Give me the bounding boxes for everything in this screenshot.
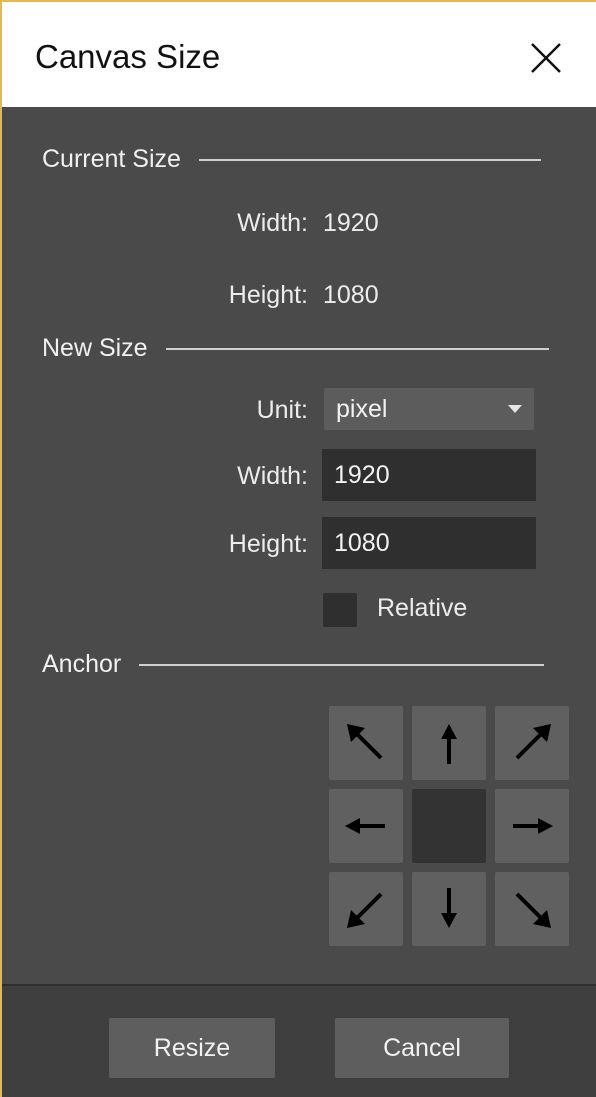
new-size-heading: New Size — [42, 334, 148, 362]
anchor-top-left-button[interactable] — [329, 706, 403, 780]
anchor-bottom-button[interactable] — [412, 872, 486, 946]
arrow-right-icon — [513, 818, 553, 834]
new-width-input[interactable] — [322, 449, 536, 501]
arrow-up-left-icon — [347, 724, 383, 760]
anchor-bottom-right-button[interactable] — [495, 872, 569, 946]
new-height-label: Height: — [228, 530, 308, 558]
relative-label: Relative — [377, 594, 468, 622]
unit-select[interactable]: pixel — [324, 388, 534, 430]
cancel-button[interactable]: Cancel — [335, 1018, 509, 1078]
unit-select-value: pixel — [336, 395, 388, 423]
divider — [165, 347, 549, 350]
anchor-top-right-button[interactable] — [495, 706, 569, 780]
resize-button[interactable]: Resize — [109, 1018, 275, 1078]
arrow-down-left-icon — [347, 892, 383, 928]
divider — [139, 663, 545, 666]
new-size-section-header: New Size — [42, 334, 549, 363]
arrow-down-icon — [441, 888, 457, 928]
arrow-up-icon — [441, 724, 457, 764]
current-size-heading: Current Size — [42, 145, 181, 173]
anchor-bottom-left-button[interactable] — [329, 872, 403, 946]
new-width-label: Width: — [237, 462, 308, 490]
current-width-value: 1920 — [323, 209, 379, 237]
chevron-down-icon — [508, 405, 522, 413]
divider — [198, 158, 541, 161]
anchor-heading: Anchor — [42, 650, 122, 678]
title-bar: Canvas Size — [2, 2, 596, 107]
arrow-down-right-icon — [515, 892, 551, 928]
anchor-top-button[interactable] — [412, 706, 486, 780]
current-height-value: 1080 — [323, 281, 379, 309]
new-height-input[interactable] — [322, 517, 536, 569]
arrow-left-icon — [345, 818, 385, 834]
relative-checkbox[interactable] — [323, 593, 357, 627]
anchor-right-button[interactable] — [495, 789, 569, 863]
anchor-center-button[interactable] — [412, 789, 486, 863]
anchor-section-header: Anchor — [42, 650, 545, 679]
current-width-label: Width: — [237, 209, 308, 237]
current-height-label: Height: — [228, 281, 308, 309]
dialog-title: Canvas Size — [35, 38, 221, 75]
unit-label: Unit: — [256, 396, 308, 424]
close-button[interactable] — [524, 36, 568, 80]
anchor-left-button[interactable] — [329, 789, 403, 863]
close-icon — [531, 43, 561, 73]
canvas-size-dialog: Canvas Size Current Size Width: 1920 Hei… — [0, 0, 596, 1097]
current-size-section-header: Current Size — [42, 145, 541, 174]
arrow-up-right-icon — [515, 724, 551, 760]
